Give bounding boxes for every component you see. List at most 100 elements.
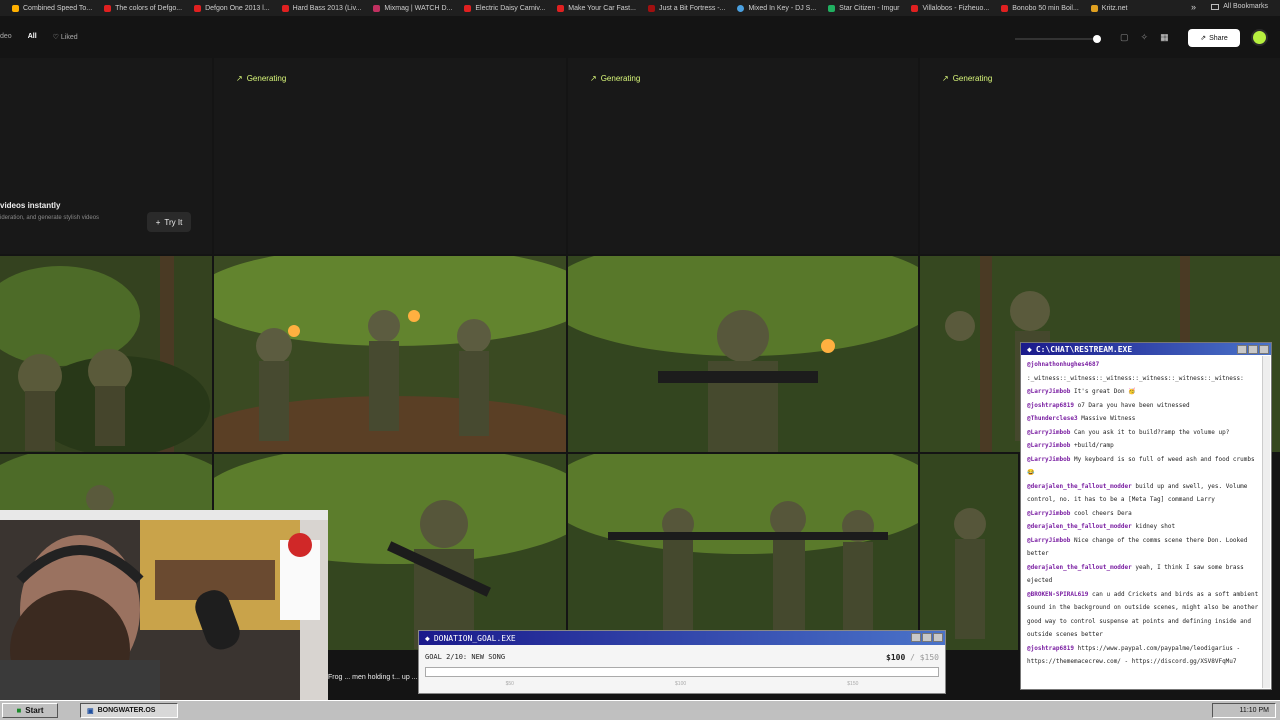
windows-logo-icon: ■ [16,706,22,715]
minimize-button[interactable] [911,633,921,642]
tab-liked[interactable]: ♡ Liked [53,33,78,41]
sparkle-icon[interactable]: ✧ [1141,32,1149,43]
chat-text: +build/ramp [1073,442,1114,449]
donation-goal-text: GOAL 2/10: NEW SONG [425,653,506,661]
youtube-icon [104,4,112,12]
start-button[interactable]: ■ Start [2,703,58,718]
minimize-button[interactable] [1237,345,1247,354]
try-it-button[interactable]: + Try It [147,212,191,232]
close-button[interactable] [1259,345,1269,354]
generated-image[interactable] [0,256,212,452]
youtube-icon [464,4,472,12]
grid-icon[interactable]: ▦ [1160,32,1169,43]
bookmark-item[interactable]: Star Citizen - Imgur [828,4,899,12]
tab-all[interactable]: All [28,33,37,41]
chat-message: @joshtrap6819 https://www.paypal.com/pay… [1027,642,1259,669]
spinner-icon: ↗ [236,74,243,83]
maximize-button[interactable] [1248,345,1258,354]
webcam-overlay [0,510,328,700]
generating-card: ↗ Generating [568,58,918,254]
tick-label: $50 [505,681,514,687]
bookmark-item[interactable]: Combined Speed To... [12,4,92,12]
bookmark-item[interactable]: Defgon One 2013 l... [194,4,270,12]
all-bookmarks-button[interactable]: All Bookmarks [1211,3,1268,10]
taskbar: ■ Start ▣ BONGWATER.OS 11:10 PM [0,700,1280,720]
chat-username: @derajalen_the_fallout_modder [1027,523,1132,530]
bookmark-item[interactable]: Mixed In Key - DJ S... [737,4,816,12]
view-icons: ▢ ✧ ▦ [1120,32,1169,43]
mixed-in-key-icon [737,4,745,12]
window-controls [1237,345,1269,354]
generated-image[interactable] [214,256,566,452]
chat-username: @LarryJimbob [1027,428,1071,436]
bookmark-item[interactable]: Electric Daisy Carniv... [464,4,545,12]
chat-username: @joshtrap6819 [1027,644,1074,652]
chat-username: @johnathonhughes4687 [1027,361,1100,368]
promo-subtitle: ideration, and generate stylish videos [0,215,100,221]
chat-message: @LarryJimbob My keyboard is so full of w… [1027,453,1259,480]
tick-label: $100 [675,681,687,687]
window-icon: ◆ [1027,344,1032,354]
generated-image[interactable] [568,256,918,452]
generating-status: ↗ Generating [590,74,641,83]
maximize-button[interactable] [922,633,932,642]
bookmark-item[interactable]: Kritz.net [1090,4,1127,12]
bookmark-item[interactable]: The colors of Defgo... [104,4,182,12]
chat-message: @Thunderclese3 Massive Witness [1027,412,1259,426]
chat-username: @LarryJimbob [1027,509,1071,517]
folder-icon [1211,3,1220,10]
chat-username: @LarryJimbob [1027,455,1071,463]
heart-icon: ♡ [52,34,61,41]
zoom-slider[interactable] [1015,35,1101,43]
taskbar-window-button[interactable]: ▣ BONGWATER.OS [80,703,178,718]
spinner-icon: ↗ [942,74,949,83]
donation-goal-row: GOAL 2/10: NEW SONG $100 / $150 [425,653,939,662]
close-button[interactable] [933,633,943,642]
bookmark-item[interactable]: Hard Bass 2013 (Liv... [281,4,361,12]
webcam-feed [0,510,328,700]
youtube-icon [557,4,565,12]
generating-status: ↗ Generating [942,74,993,83]
chat-message: :_witness::_witness::_witness::_witness:… [1027,372,1259,386]
youtube-icon [911,4,919,12]
chat-username: @BROKEN-SPIRAL619 [1027,590,1089,598]
share-button[interactable]: ⇗ Share [1188,29,1240,47]
chat-username: @derajalen_the_fallout_modder [1027,563,1132,571]
chat-text: o7 Dara you have been witnessed [1077,401,1190,409]
chat-message: @derajalen_the_fallout_modder build up a… [1027,480,1259,507]
layout-icon[interactable]: ▢ [1120,32,1129,43]
bookmark-item[interactable]: Make Your Car Fast... [557,4,636,12]
chat-text: cool cheers Dera [1073,509,1132,517]
chat-username: @Thunderclese3 [1027,415,1078,422]
bookmark-item[interactable]: Bonobo 50 min Boil... [1001,4,1079,12]
generated-image[interactable] [568,454,918,650]
tab-video[interactable]: deo [0,33,12,41]
chat-message: @LarryJimbob Can you ask it to build?ram… [1027,426,1259,440]
bookmark-item[interactable]: Just a Bit Fortress -... [647,4,725,12]
donation-progress-bar [425,667,939,677]
generated-image[interactable] [920,454,1018,650]
bookmarks-more-button[interactable]: » [1191,2,1196,12]
zoom-slider-knob[interactable] [1093,35,1101,43]
chat-username: @joshtrap6819 [1027,401,1074,409]
spinner-icon: ↗ [590,74,597,83]
window-icon: ◆ [425,633,430,643]
chat-title-bar: ◆ C:\CHAT\RESTREAM.EXE [1021,343,1271,355]
donation-ticks: $50 $100 $150 [425,681,939,687]
avatar[interactable] [1251,29,1268,46]
chat-message: @johnathonhughes4687 [1027,358,1259,372]
chat-message: @LarryJimbob Nice change of the comms sc… [1027,534,1259,561]
bookmarks-bar: Combined Speed To... The colors of Defgo… [0,0,1280,16]
bookmark-item[interactable]: Villalobos - Fizheuo... [911,4,989,12]
youtube-icon [281,4,289,12]
chat-text: :_witness::_witness::_witness::_witness:… [1027,374,1244,382]
chat-message: @derajalen_the_fallout_modder kidney sho… [1027,520,1259,534]
bookmark-item[interactable]: Mixmag | WATCH D... [373,4,452,12]
chat-message: @LarryJimbob It's great Don 🥳 [1027,385,1259,399]
chat-message: @LarryJimbob +build/ramp [1027,439,1259,453]
imgur-icon [828,4,836,12]
window-icon: ▣ [87,707,94,715]
chat-message: @BROKEN-SPIRAL619 can u add Crickets and… [1027,588,1259,642]
chat-scrollbar[interactable] [1262,356,1270,688]
chat-text: kidney shot [1135,523,1176,530]
